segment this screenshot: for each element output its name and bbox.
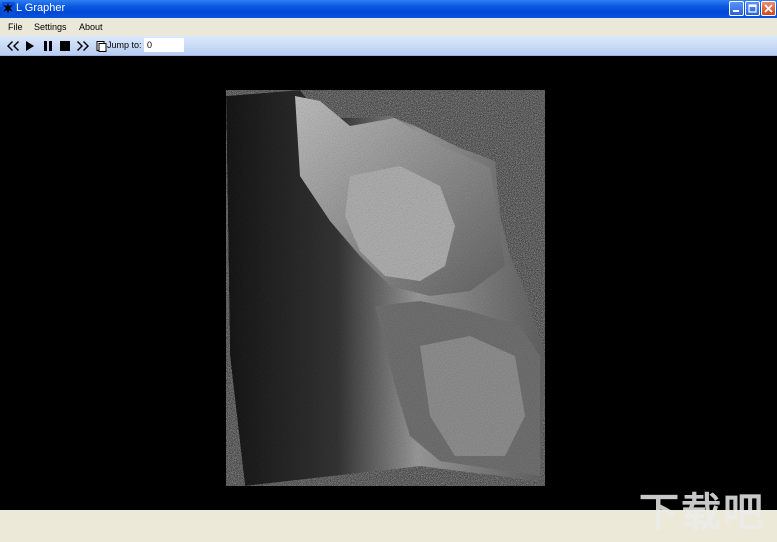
stop-button[interactable]: [58, 39, 72, 53]
menu-about[interactable]: About: [79, 22, 103, 32]
fast-forward-button[interactable]: [76, 39, 90, 53]
graph-canvas[interactable]: [0, 56, 777, 510]
menu-bar: File Settings About: [0, 18, 777, 36]
maximize-icon: [748, 4, 757, 13]
play-button[interactable]: [23, 39, 37, 53]
menu-file[interactable]: File: [8, 22, 23, 32]
app-icon: [2, 2, 15, 15]
close-icon: [764, 4, 773, 13]
jump-button[interactable]: [94, 39, 108, 53]
stop-icon: [60, 41, 70, 51]
rewind-icon: [7, 41, 19, 51]
toolbar: Jump to:: [0, 36, 777, 56]
window-title: L Grapher: [16, 2, 66, 14]
pause-icon: [44, 41, 52, 51]
title-bar: L Grapher: [0, 0, 777, 18]
watermark: 下载吧: [639, 490, 765, 536]
jump-label: Jump to:: [107, 40, 142, 50]
pause-button[interactable]: [41, 39, 55, 53]
close-button[interactable]: [761, 1, 776, 16]
surface-render: [226, 90, 545, 486]
minimize-button[interactable]: [729, 1, 744, 16]
jump-icon: [96, 40, 106, 52]
maximize-button[interactable]: [745, 1, 760, 16]
menu-settings[interactable]: Settings: [34, 22, 67, 32]
minimize-icon: [733, 10, 739, 12]
rewind-button[interactable]: [6, 39, 20, 53]
play-icon: [26, 41, 34, 51]
fast-forward-icon: [77, 41, 89, 51]
jump-input[interactable]: [144, 38, 184, 52]
